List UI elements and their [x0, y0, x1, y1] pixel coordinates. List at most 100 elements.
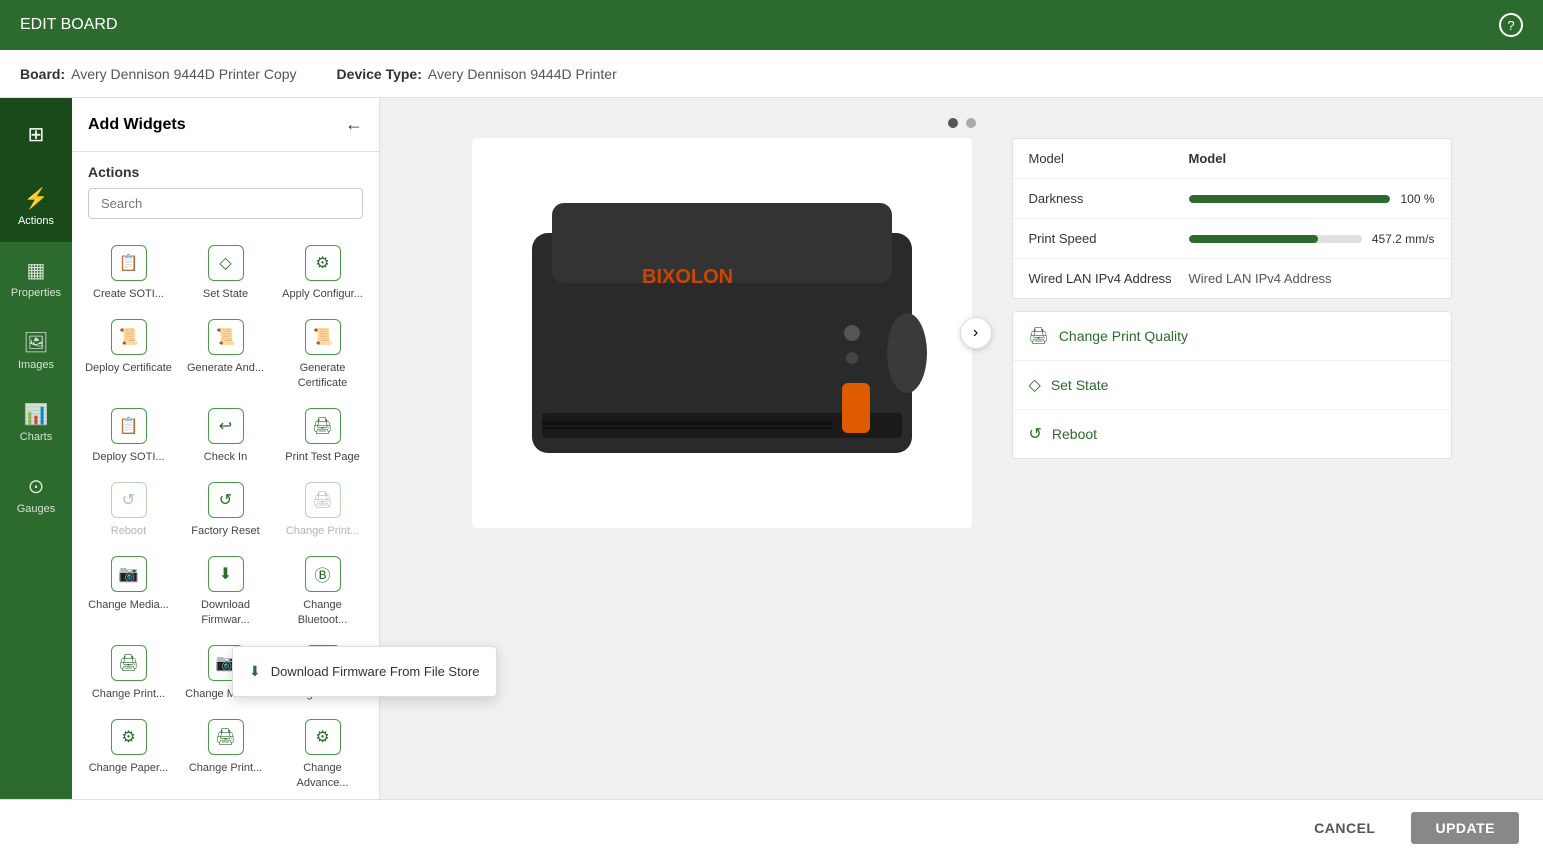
- widget-label-set-state: Set State: [203, 287, 248, 301]
- widget-icon-print-test: 🖨: [305, 408, 341, 444]
- carousel-next-button[interactable]: ›: [960, 317, 992, 349]
- right-panel: Model Model Darkness 100 % Print: [992, 138, 1452, 528]
- action-card: 🖨 Change Print Quality ◇ Set State ↺ Reb…: [1012, 311, 1452, 459]
- widget-label-check-in: Check In: [204, 450, 247, 464]
- print-speed-label: Print Speed: [1029, 231, 1189, 246]
- widget-label-deploy-soti: Deploy SOTI...: [92, 450, 164, 464]
- widget-label-reboot: Reboot: [111, 524, 146, 538]
- action-change-print-quality[interactable]: 🖨 Change Print Quality: [1013, 312, 1451, 361]
- widget-label-generate-cert: Generate Certificate: [278, 361, 367, 390]
- widget-item-change-print3[interactable]: 🖨 Change Print...: [177, 709, 274, 798]
- info-row-print-speed: Print Speed 457.2 mm/s: [1013, 219, 1451, 259]
- widget-label-change-blue: Change Bluetoot...: [278, 598, 367, 627]
- widget-icon-check-in: ↩: [208, 408, 244, 444]
- action-reboot[interactable]: ↺ Reboot: [1013, 410, 1451, 458]
- widget-item-set-state[interactable]: ◇ Set State: [177, 235, 274, 309]
- top-bar: EDIT BOARD ?: [0, 0, 1543, 50]
- widget-item-change-media1[interactable]: 📷 Change Media...: [80, 546, 177, 635]
- widget-icon-apply-config: ⚙: [305, 245, 341, 281]
- widget-item-deploy-soti[interactable]: 📋 Deploy SOTI...: [80, 398, 177, 472]
- sidebar-properties-label: Properties: [11, 287, 61, 299]
- widget-item-generate-and[interactable]: 📜 Generate And...: [177, 309, 274, 398]
- widget-item-download-firm[interactable]: ⬇ Download Firmwar...: [177, 546, 274, 635]
- widget-item-print-test[interactable]: 🖨 Print Test Page: [274, 398, 371, 472]
- dashboard-icon: ⊞: [28, 122, 45, 147]
- wired-lan-value: Wired LAN IPv4 Address: [1189, 271, 1435, 286]
- widget-icon-deploy-cert: 📜: [111, 319, 147, 355]
- print-speed-progress-wrap: 457.2 mm/s: [1189, 232, 1435, 246]
- breadcrumb: Board: Avery Dennison 9444D Printer Copy…: [0, 50, 1543, 98]
- darkness-value: 100 %: [1400, 192, 1434, 206]
- widget-label-change-paper: Change Paper...: [89, 761, 169, 775]
- carousel-dot-2[interactable]: [966, 118, 976, 128]
- widget-item-apply-config[interactable]: ⚙ Apply Configur...: [274, 235, 371, 309]
- widget-label-change-media1: Change Media...: [88, 598, 169, 612]
- widget-item-change2[interactable]: 🔌 Change: [177, 798, 274, 799]
- widget-item-change-paper[interactable]: ⚙ Change Paper...: [80, 709, 177, 798]
- device-label: Device Type:: [337, 66, 422, 82]
- update-button[interactable]: UPDATE: [1411, 812, 1519, 844]
- printer-image-card: BIXOLON: [472, 138, 972, 528]
- sidebar-charts-label: Charts: [20, 431, 52, 443]
- sidebar-item-images[interactable]: 🖼 Images: [0, 314, 72, 386]
- properties-icon: ▦: [27, 258, 46, 283]
- widget-icon-change-adv: ⚙: [305, 719, 341, 755]
- widget-label-deploy-cert: Deploy Certificate: [85, 361, 172, 375]
- main-center: BIXOLON › M: [410, 138, 1513, 528]
- app-title: EDIT BOARD: [20, 16, 118, 34]
- carousel-dot-1[interactable]: [948, 118, 958, 128]
- widget-item-check-in[interactable]: ↩ Check In: [177, 398, 274, 472]
- widget-item-generate-cert[interactable]: 📜 Generate Certificate: [274, 309, 371, 398]
- widget-label-change-adv: Change Advance...: [278, 761, 367, 790]
- info-row-model: Model Model: [1013, 139, 1451, 179]
- action-set-state-label: Set State: [1051, 377, 1109, 393]
- help-icon[interactable]: ?: [1499, 13, 1523, 37]
- print-speed-value: 457.2 mm/s: [1372, 232, 1435, 246]
- widget-icon-factory-reset: ↺: [208, 482, 244, 518]
- sidebar-item-actions[interactable]: ⚡ Actions: [0, 170, 72, 242]
- widget-item-get-mott[interactable]: 💻 Get MOTT: [274, 798, 371, 799]
- widget-icon-generate-cert: 📜: [305, 319, 341, 355]
- darkness-label: Darkness: [1029, 191, 1189, 206]
- darkness-progress-bar: [1189, 195, 1391, 203]
- model-label: Model: [1029, 151, 1189, 166]
- back-button[interactable]: ←: [345, 114, 363, 135]
- sidebar-item-charts[interactable]: 📊 Charts: [0, 386, 72, 458]
- main-content: BIXOLON › M: [380, 98, 1543, 799]
- sidebar-item-dashboard[interactable]: ⊞: [0, 98, 72, 170]
- breadcrumb-board: Board: Avery Dennison 9444D Printer Copy: [20, 66, 297, 82]
- widget-item-change1[interactable]: ⚙ Change: [80, 798, 177, 799]
- widget-label-generate-and: Generate And...: [187, 361, 264, 375]
- widget-section-label: Actions: [72, 152, 379, 188]
- widget-grid: 📋 Create SOTI... ◇ Set State ⚙ Apply Con…: [72, 231, 379, 799]
- sidebar-item-gauges[interactable]: ⊙ Gauges: [0, 458, 72, 530]
- set-state-icon: ◇: [1029, 375, 1041, 395]
- widget-item-create-soti[interactable]: 📋 Create SOTI...: [80, 235, 177, 309]
- darkness-progress-wrap: 100 %: [1189, 192, 1435, 206]
- widget-item-change-adv[interactable]: ⚙ Change Advance...: [274, 709, 371, 798]
- breadcrumb-device: Device Type: Avery Dennison 9444D Printe…: [337, 66, 617, 82]
- widget-label-change-print: Change Print...: [286, 524, 359, 538]
- sidebar-item-properties[interactable]: ▦ Properties: [0, 242, 72, 314]
- widget-label-change-print2: Change Print...: [92, 687, 165, 701]
- widget-item-factory-reset[interactable]: ↺ Factory Reset: [177, 472, 274, 546]
- chevron-right-icon: ›: [973, 324, 978, 342]
- widget-icon-change-blue: Ⓑ: [305, 556, 341, 592]
- widget-item-deploy-cert[interactable]: 📜 Deploy Certificate: [80, 309, 177, 398]
- widget-label-print-test: Print Test Page: [285, 450, 359, 464]
- widget-icon-reboot: ↺: [111, 482, 147, 518]
- cancel-button[interactable]: CANCEL: [1290, 812, 1399, 844]
- widget-label-change-print3: Change Print...: [189, 761, 262, 775]
- action-set-state[interactable]: ◇ Set State: [1013, 361, 1451, 410]
- widget-item-change-print2[interactable]: 🖨 Change Print...: [80, 635, 177, 709]
- tooltip-item-download-file-store[interactable]: ⬇ Download Firmware From File Store: [233, 653, 496, 690]
- sidebar-gauges-label: Gauges: [17, 503, 56, 515]
- widget-icon-deploy-soti: 📋: [111, 408, 147, 444]
- info-card: Model Model Darkness 100 % Print: [1012, 138, 1452, 299]
- widget-icon-change-paper: ⚙: [111, 719, 147, 755]
- widget-icon-generate-and: 📜: [208, 319, 244, 355]
- action-change-print-quality-label: Change Print Quality: [1059, 328, 1188, 344]
- widget-icon-change-print: 🖨: [305, 482, 341, 518]
- search-input[interactable]: [88, 188, 363, 219]
- widget-item-change-blue[interactable]: Ⓑ Change Bluetoot...: [274, 546, 371, 635]
